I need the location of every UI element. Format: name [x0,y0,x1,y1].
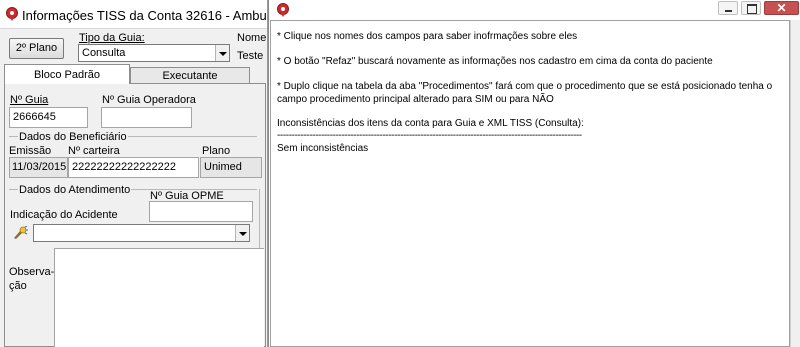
minimize-button[interactable] [718,1,738,15]
close-icon: ✕ [776,1,787,15]
carteira-input[interactable]: 22222222222222222 [68,157,199,178]
tab-executante[interactable]: Executante [130,67,250,84]
acidente-label[interactable]: Indicação do Acidente [10,209,118,221]
info-line-3: * Duplo clique na tabela da aba "Procedi… [277,81,773,92]
info-title-bar[interactable]: ✕ [269,0,800,18]
tipo-guia-value: Consulta [82,47,126,59]
info-text-area[interactable]: * Clique nos nomes dos campos para saber… [270,20,790,347]
app-icon [277,3,289,17]
title-bar[interactable]: Informações TISS da Conta 32616 - Ambula… [0,0,268,29]
window-title: Informações TISS da Conta 32616 - Ambula… [22,8,268,23]
chevron-down-icon[interactable] [215,45,229,61]
accident-wizard-icon[interactable] [12,225,28,240]
emissao-label[interactable]: Emissão [9,145,51,157]
tab-bloco-padrao[interactable]: Bloco Padrão [4,64,130,84]
app-icon [6,7,18,21]
info-line-4: campo procedimento principal alterado pa… [277,94,554,105]
info-separator: ----------------------------------------… [277,130,582,141]
plano-label[interactable]: Plano [202,145,230,157]
maximize-button[interactable] [741,1,761,15]
emissao-input[interactable]: 11/03/2015 [9,157,68,178]
tipo-guia-select[interactable]: Consulta [78,44,230,62]
info-line-2: * O botão "Refaz" buscará novamente as i… [277,56,713,67]
beneficiario-group-label: Dados do Beneficiário [18,131,128,143]
observacao-label[interactable]: Observa-ção [9,265,54,293]
tiss-window: Informações TISS da Conta 32616 - Ambula… [0,0,268,347]
info-line-1: * Clique nos nomes dos campos para saber… [277,31,578,42]
atendimento-group-label: Dados do Atendimento [18,184,132,196]
info-line-7: Sem inconsistências [277,143,369,154]
info-window: ✕ * Clique nos nomes dos campos para sab… [268,0,800,347]
vertical-scrollbar[interactable] [790,20,800,347]
plano-input[interactable]: Unimed [200,157,262,178]
observacao-textarea[interactable] [54,248,264,347]
info-line-5: Inconsistências dos itens da conta para … [277,118,584,129]
carteira-value: 22222222222222222 [72,161,177,173]
close-button[interactable]: ✕ [764,1,799,15]
group-divider [259,189,260,249]
carteira-label[interactable]: Nº carteira [68,145,120,157]
nome-label[interactable]: Nome [237,32,266,44]
guia-input[interactable]: 2666645 [9,107,88,128]
chevron-down-icon[interactable] [235,225,249,241]
acidente-select[interactable] [33,224,250,242]
guia-operadora-label[interactable]: Nº Guia Operadora [102,94,196,106]
guia-value: 2666645 [13,111,56,123]
emissao-value: 11/03/2015 [12,161,67,173]
tipo-guia-label[interactable]: Tipo da Guia: [79,32,145,44]
plano-value: Unimed [204,161,242,173]
second-plan-button[interactable]: 2º Plano [9,38,64,59]
guia-label[interactable]: Nº Guia [10,94,48,106]
nome-value: Teste [237,50,264,62]
opme-input[interactable] [149,201,253,222]
guia-operadora-input[interactable] [101,107,192,128]
